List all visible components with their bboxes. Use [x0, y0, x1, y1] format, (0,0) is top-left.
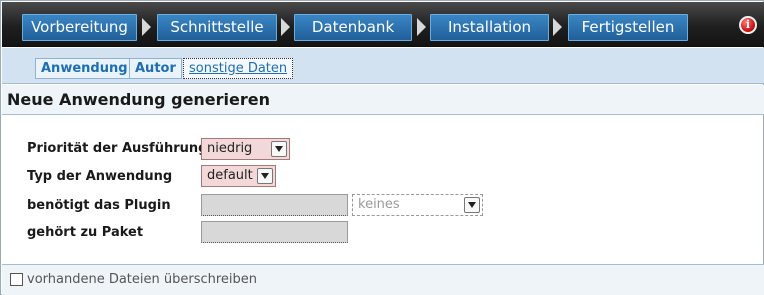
package-label: gehört zu Paket [27, 225, 144, 240]
tab-autor[interactable]: Autor [129, 58, 182, 79]
step-datenbank[interactable]: Datenbank [294, 14, 412, 41]
footer-bar: vorhandene Dateien überschreiben [2, 264, 764, 295]
chevron-down-icon[interactable] [464, 197, 480, 213]
overwrite-label: vorhandene Dateien überschreiben [27, 272, 258, 287]
step-arrow-icon [553, 18, 562, 36]
wizard-bar: Vorbereitung Schnittstelle Datenbank Ins… [2, 2, 764, 47]
overwrite-checkbox[interactable] [10, 273, 23, 286]
chevron-down-icon[interactable] [271, 141, 287, 157]
step-vorbereitung[interactable]: Vorbereitung [22, 14, 137, 41]
priority-select[interactable]: niedrig [201, 138, 290, 160]
step-arrow-icon [281, 18, 290, 36]
page-title: Neue Anwendung generieren [7, 90, 271, 109]
plugin-field[interactable] [201, 194, 348, 216]
package-field[interactable] [201, 221, 348, 243]
tab-sonstige-daten[interactable]: sonstige Daten [183, 58, 294, 79]
step-schnittstelle[interactable]: Schnittstelle [157, 14, 277, 41]
type-value: default [207, 168, 253, 183]
tab-anwendung[interactable]: Anwendung [35, 58, 134, 79]
info-alert-icon[interactable]: i [739, 16, 757, 34]
step-installation[interactable]: Installation [430, 14, 549, 41]
step-fertigstellen[interactable]: Fertigstellen [568, 14, 688, 41]
step-arrow-icon [417, 18, 426, 36]
priority-label: Priorität der Ausführung [27, 141, 208, 156]
step-arrow-icon [142, 18, 151, 36]
window-frame: Vorbereitung Schnittstelle Datenbank Ins… [0, 0, 764, 295]
plugin-select-value: keines [358, 197, 400, 212]
chevron-down-icon[interactable] [257, 168, 273, 184]
priority-value: niedrig [207, 141, 253, 156]
plugin-select[interactable]: keines [352, 194, 483, 216]
plugin-label: benötigt das Plugin [27, 198, 171, 213]
type-label: Typ der Anwendung [27, 169, 173, 184]
type-select[interactable]: default [201, 165, 276, 187]
section-heading: Neue Anwendung generieren [2, 85, 764, 115]
tab-bar: Anwendung Autor sonstige Daten [2, 48, 764, 84]
